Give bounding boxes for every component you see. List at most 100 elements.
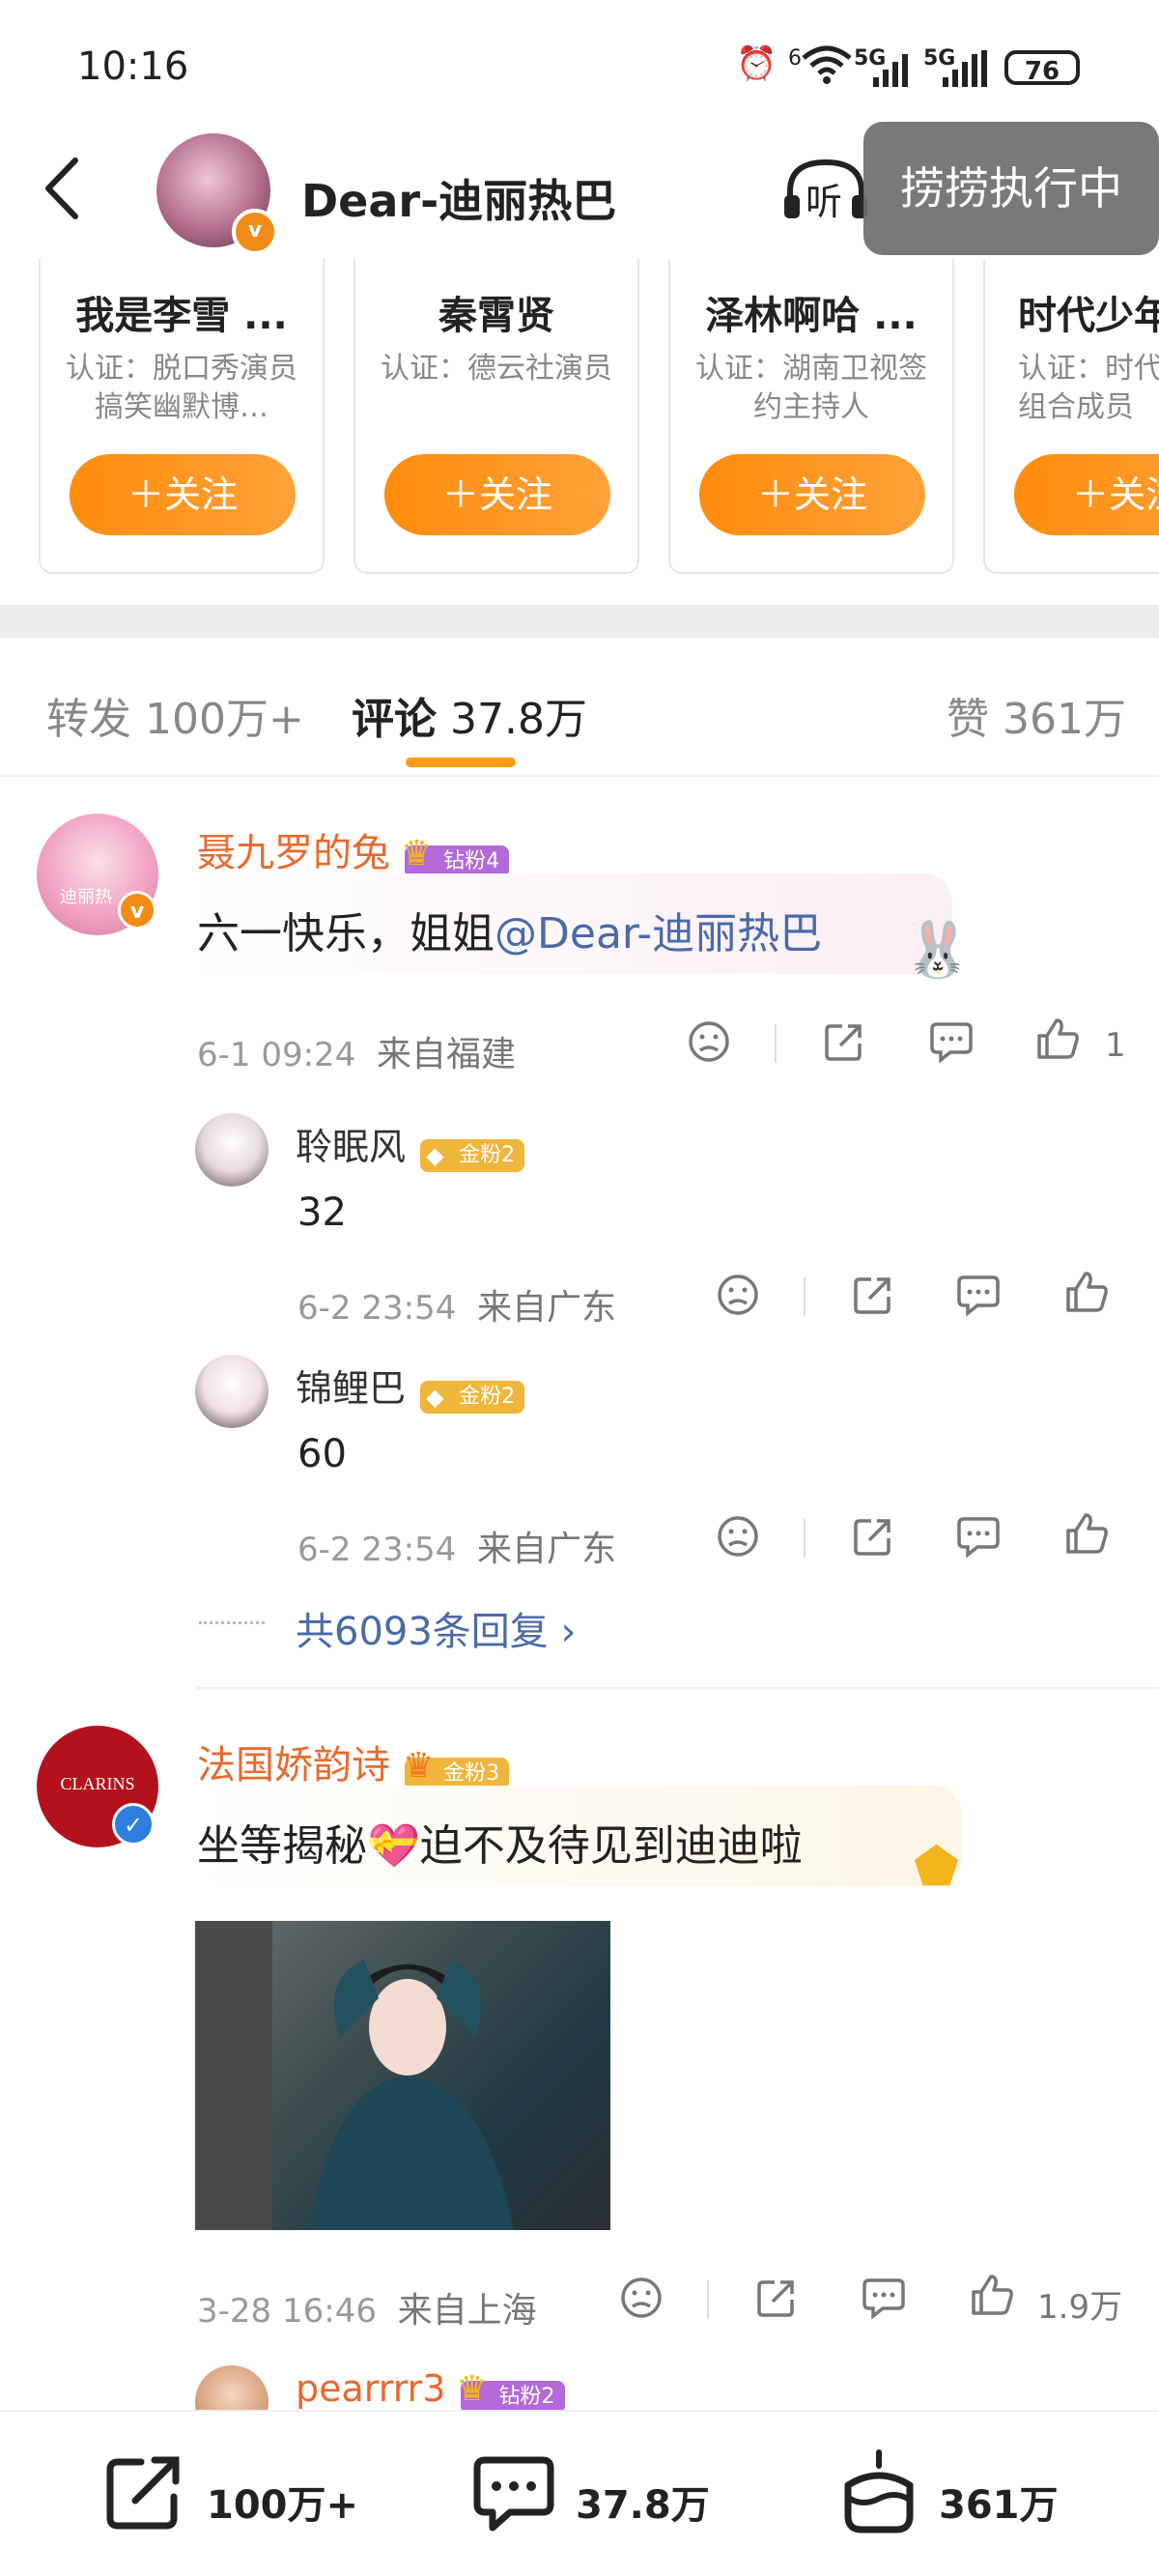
reply-text[interactable]: 60 <box>297 1432 347 1476</box>
tab-comment-label: 评论 <box>352 695 437 744</box>
more-replies-dots <box>199 1621 265 1624</box>
fan-badge: ◆ 金粉2 <box>420 1380 525 1414</box>
tab-like-count: 361万 <box>1003 695 1126 744</box>
tab-like[interactable]: 赞 361万 <box>947 684 1126 746</box>
star-medal-icon: ⬟ <box>914 1836 959 1897</box>
fan-badge-label: 钻粉4 <box>443 848 500 873</box>
crown-icon: ♛ <box>403 1745 435 1786</box>
comment-username[interactable]: 聂九罗的兔 <box>197 831 390 875</box>
tab-comment-count: 37.8万 <box>450 695 587 744</box>
more-replies-label: 共6093条回复 <box>296 1610 549 1654</box>
like-count: 1 <box>1105 1026 1126 1065</box>
comment-username[interactable]: pearrrr3 <box>296 2367 445 2410</box>
comment-location: 来自上海 <box>397 2291 537 2331</box>
back-button[interactable] <box>39 155 87 222</box>
reply-icon[interactable] <box>956 1515 1001 1566</box>
mention-link[interactable]: @Dear-迪丽热巴 <box>495 909 822 959</box>
action-divider <box>775 1024 777 1063</box>
crown-icon: ♛ <box>401 833 433 873</box>
comment-location: 来自福建 <box>376 1035 516 1074</box>
share-icon[interactable] <box>823 1020 865 1072</box>
reply-avatar[interactable] <box>195 1113 269 1187</box>
tab-comment[interactable]: 评论 37.8万 <box>352 684 587 746</box>
fan-badge-label: 金粉2 <box>459 1142 516 1167</box>
follow-button[interactable]: ＋关注 <box>1014 454 1159 535</box>
share-icon[interactable] <box>755 2276 798 2328</box>
bottom-comment-icon[interactable] <box>471 2454 556 2537</box>
reply-icon[interactable] <box>929 1020 974 1072</box>
signal-icon-2 <box>941 50 993 98</box>
avatar-caption: 迪丽热 <box>60 887 112 907</box>
dislike-icon[interactable] <box>620 2276 663 2328</box>
comment-username[interactable]: 法国娇韵诗 <box>197 1743 390 1788</box>
fan-badge-label: 金粉2 <box>459 1384 516 1409</box>
tab-repost-count: 100万+ <box>145 695 304 744</box>
reply-text[interactable]: 32 <box>297 1190 347 1235</box>
recommend-name: 秦霄贤 <box>438 294 554 338</box>
like-icon[interactable] <box>970 2273 1014 2326</box>
like-icon[interactable] <box>1035 1016 1080 1070</box>
follow-button[interactable]: ＋关注 <box>699 454 925 535</box>
section-divider <box>0 605 1159 638</box>
action-divider <box>804 1519 806 1558</box>
follow-button[interactable]: ＋关注 <box>384 454 610 535</box>
more-replies-link[interactable]: 共6093条回复 › <box>296 1600 577 1656</box>
reply-location: 来自广东 <box>476 1530 616 1569</box>
like-icon[interactable] <box>1064 1511 1109 1564</box>
dislike-icon[interactable] <box>688 1020 730 1072</box>
comment-user-row: 法国娇韵诗 ♛ 金粉3 <box>197 1733 510 1790</box>
like-count: 1.9万 <box>1037 2288 1123 2327</box>
reply-username[interactable]: 聆眠风 <box>296 1126 406 1168</box>
reply-user-row: 锦鲤巴 ◆ 金粉2 <box>296 1359 525 1414</box>
bottom-like-count[interactable]: 361万 <box>939 2474 1059 2530</box>
recommend-name: 时代少年 <box>1018 294 1159 338</box>
battery-indicator: 76 <box>1004 50 1080 86</box>
share-icon[interactable] <box>852 1515 894 1566</box>
reply-meta: 6-2 23:54 来自广东 <box>297 1521 616 1571</box>
action-divider <box>707 2280 709 2319</box>
comment-user-row: pearrrr3 ♛ 钻粉2 <box>296 2367 565 2414</box>
tab-active-indicator <box>406 758 516 767</box>
tab-like-label: 赞 <box>947 695 989 744</box>
reply-icon[interactable] <box>956 1274 1001 1325</box>
verified-badge-icon: v <box>232 209 278 255</box>
reply-username[interactable]: 锦鲤巴 <box>296 1367 406 1410</box>
recommend-card[interactable]: 泽林啊哈 ... 认证：湖南卫视签约主持人 ＋关注 <box>668 259 954 574</box>
page-title[interactable]: Dear-迪丽热巴 <box>301 166 616 230</box>
dislike-icon[interactable] <box>717 1515 759 1566</box>
recommend-card[interactable]: 秦霄贤 认证：德云社演员 ＋关注 <box>353 259 639 574</box>
bottom-share-icon[interactable] <box>104 2454 185 2535</box>
wifi-icon <box>800 44 854 94</box>
comment-divider <box>195 1687 1159 1689</box>
bottom-like-cake-icon[interactable] <box>838 2448 919 2539</box>
comment-text[interactable]: 坐等揭秘💝迫不及待见到迪迪啦 <box>197 1811 803 1873</box>
verified-badge-icon: v <box>118 891 156 930</box>
follow-button[interactable]: ＋关注 <box>70 454 296 535</box>
comment-text[interactable]: 六一快乐，姐姐@Dear-迪丽热巴 <box>197 899 822 960</box>
comment-meta: 3-28 16:46 来自上海 <box>197 2282 537 2333</box>
share-icon[interactable] <box>852 1274 894 1325</box>
listen-label: 听 <box>806 181 843 223</box>
tab-repost[interactable]: 转发 100万+ <box>46 684 304 746</box>
comment-user-row: 聂九罗的兔 ♛ 钻粉4 <box>197 821 510 878</box>
verified-badge-icon: ✓ <box>112 1803 155 1846</box>
gem-icon: ◆ <box>426 1383 444 1411</box>
recommend-card[interactable]: 我是李雪 ... 认证：脱口秀演员 搞笑幽默博… ＋关注 <box>39 259 325 574</box>
toast-message: 捞捞执行中 <box>863 122 1159 255</box>
reply-icon[interactable] <box>862 2276 906 2328</box>
dislike-icon[interactable] <box>717 1274 759 1325</box>
avatar-logo-text: CLARINS <box>60 1774 135 1793</box>
bottom-comment-count[interactable]: 37.8万 <box>576 2474 710 2530</box>
reply-location: 来自广东 <box>476 1288 616 1328</box>
recommend-desc: 认证：湖南卫视签约主持人 <box>695 352 927 424</box>
comment-image[interactable] <box>195 1921 610 2230</box>
bottom-repost-count[interactable]: 100万+ <box>207 2474 358 2530</box>
status-time: 10:16 <box>77 44 189 89</box>
comment-text-body: 六一快乐，姐姐 <box>197 909 495 959</box>
reply-avatar[interactable] <box>195 1355 269 1428</box>
action-divider <box>804 1277 806 1316</box>
like-icon[interactable] <box>1064 1270 1109 1323</box>
chevron-right-icon: › <box>560 1610 577 1654</box>
recommend-card[interactable]: 时代少年 认证：时代少年团组合成员 ＋关注 <box>983 259 1159 574</box>
recommend-desc: 认证：时代少年团组合成员 <box>1018 352 1159 424</box>
